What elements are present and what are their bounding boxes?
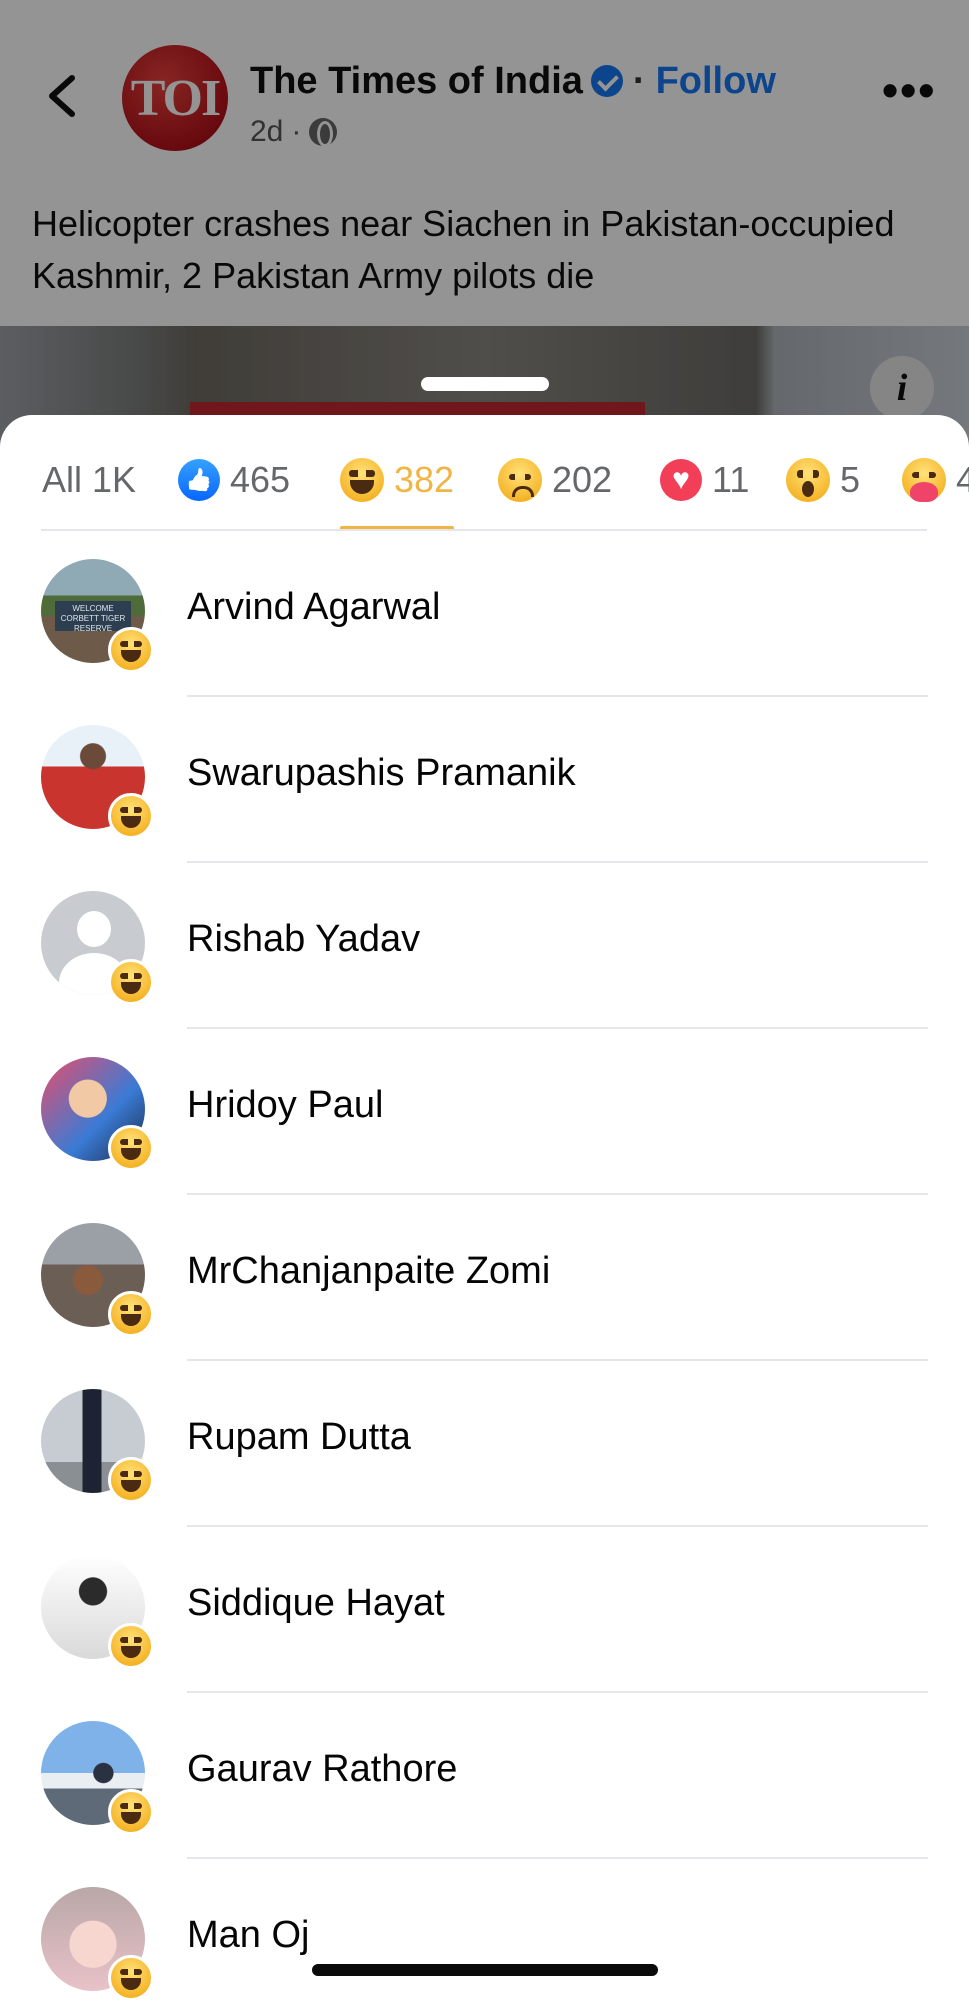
tab-wow[interactable]: 5 <box>786 445 860 515</box>
tab-sad-count: 202 <box>552 459 613 500</box>
reactor-row[interactable]: WELCOME CORBETT TIGER RESERVE Arvind Aga… <box>0 531 969 697</box>
tab-all-label: All 1K <box>42 459 137 500</box>
haha-badge-icon <box>108 1125 154 1171</box>
reactor-name[interactable]: Hridoy Paul <box>187 1084 383 1127</box>
tab-wow-count: 5 <box>840 459 861 500</box>
sheet-drag-handle[interactable] <box>421 377 549 391</box>
like-icon <box>178 459 220 501</box>
haha-badge-icon <box>108 1457 154 1503</box>
wow-icon <box>786 458 830 502</box>
sad-icon <box>498 458 542 502</box>
haha-badge-icon <box>108 627 154 673</box>
reactor-name[interactable]: Gaurav Rathore <box>187 1748 457 1791</box>
haha-badge-icon <box>108 1291 154 1337</box>
tab-like-count: 465 <box>230 459 291 500</box>
reactions-sheet: All 1K 465 382 202 11 5 4 <box>0 415 969 2000</box>
reactor-row[interactable]: Man Oj <box>0 1859 969 2000</box>
haha-badge-icon <box>108 1789 154 1835</box>
tab-sad[interactable]: 202 <box>498 445 612 515</box>
reactor-name[interactable]: Swarupashis Pramanik <box>187 752 576 795</box>
reactor-row[interactable]: Siddique Hayat <box>0 1527 969 1693</box>
reactor-name[interactable]: Arvind Agarwal <box>187 586 440 629</box>
tab-haha[interactable]: 382 <box>340 445 455 531</box>
dim-overlay[interactable] <box>0 0 969 440</box>
reactor-name[interactable]: Rupam Dutta <box>187 1416 411 1459</box>
haha-badge-icon <box>108 1955 154 2000</box>
tab-love[interactable]: 11 <box>660 445 749 515</box>
reactor-row[interactable]: Gaurav Rathore <box>0 1693 969 1859</box>
tab-haha-count: 382 <box>394 459 455 500</box>
reactor-name[interactable]: Siddique Hayat <box>187 1582 445 1625</box>
tab-care-count: 4 <box>956 459 969 500</box>
tab-all[interactable]: All 1K <box>42 445 136 515</box>
reaction-tabs: All 1K 465 382 202 11 5 4 <box>0 415 969 531</box>
haha-badge-icon <box>108 793 154 839</box>
reactor-name[interactable]: Man Oj <box>187 1914 309 1957</box>
reactor-row[interactable]: Hridoy Paul <box>0 1029 969 1195</box>
reactor-row[interactable]: Swarupashis Pramanik <box>0 697 969 863</box>
haha-badge-icon <box>108 959 154 1005</box>
reactor-row[interactable]: MrChanjanpaite Zomi <box>0 1195 969 1361</box>
reactor-row[interactable]: Rupam Dutta <box>0 1361 969 1527</box>
avatar-sign-text: WELCOME CORBETT TIGER RESERVE <box>55 601 131 633</box>
reactor-name[interactable]: Rishab Yadav <box>187 918 420 961</box>
reactor-name[interactable]: MrChanjanpaite Zomi <box>187 1250 550 1293</box>
home-indicator[interactable] <box>312 1964 658 1976</box>
tab-like[interactable]: 465 <box>178 445 290 515</box>
haha-badge-icon <box>108 1623 154 1669</box>
tab-care[interactable]: 4 <box>902 445 969 515</box>
reactor-row[interactable]: Rishab Yadav <box>0 863 969 1029</box>
love-icon <box>660 459 702 501</box>
care-icon <box>902 458 946 502</box>
tab-love-count: 11 <box>712 459 750 500</box>
haha-icon <box>340 458 384 502</box>
